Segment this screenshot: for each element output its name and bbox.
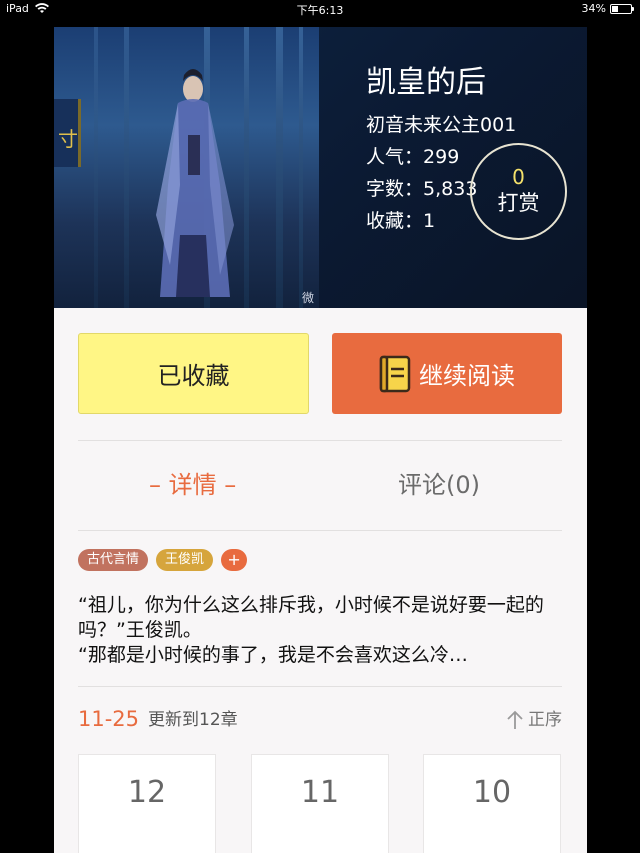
chapter-card[interactable]: 10 xyxy=(423,754,561,853)
chapter-card[interactable]: 12 xyxy=(78,754,216,853)
chapter-number: 12 xyxy=(127,775,167,810)
add-tag-button[interactable]: + xyxy=(221,549,248,571)
status-bar: iPad 下午6:13 34% xyxy=(0,0,640,18)
status-right: 34% xyxy=(581,2,634,15)
tab-comments[interactable]: 评论(0) xyxy=(398,467,480,503)
chapter-card[interactable]: 11 xyxy=(251,754,389,853)
sort-order-label: 正序 xyxy=(528,710,562,730)
sort-order-button[interactable]: 正序 xyxy=(506,707,562,733)
synopsis-line: “那都是小时候的事了，我是不会喜欢这么冷… xyxy=(78,644,468,666)
continue-reading-button[interactable]: 继续阅读 xyxy=(332,333,562,414)
book-title: 凯皇的后 xyxy=(366,65,486,100)
stat-label: 字数： xyxy=(366,178,424,200)
battery-fill xyxy=(612,5,619,12)
tip-button[interactable]: 0 打赏 xyxy=(470,143,567,240)
stat-value: 299 xyxy=(423,146,460,168)
book-icon xyxy=(379,355,411,392)
tag-genre[interactable]: 古代言情 xyxy=(78,549,149,571)
chapter-number: 10 xyxy=(472,775,512,810)
cover-figure xyxy=(156,69,234,297)
divider xyxy=(78,686,562,687)
battery-percent: 34% xyxy=(581,2,606,15)
arrow-up-icon xyxy=(507,710,523,729)
clock: 下午6:13 xyxy=(296,4,344,17)
synopsis-line: “祖儿，你为什么这么排斥我，小时候不是说好要一起的吗？”王俊凯。 xyxy=(78,594,544,641)
cover-watermark: 微 xyxy=(302,291,315,305)
cover-plaque-glyph: 寸 xyxy=(58,127,78,151)
book-cover-image[interactable]: 寸 微 xyxy=(54,27,319,308)
cover-plaque: 寸 xyxy=(54,99,81,167)
stat-label: 人气： xyxy=(366,146,424,168)
tag-character[interactable]: 王俊凯 xyxy=(156,549,214,571)
tag-list: 古代言情 王俊凯 + xyxy=(78,549,248,571)
battery-icon xyxy=(610,3,634,14)
favorited-button-label: 已收藏 xyxy=(157,362,230,390)
book-header: 寸 微 凯皇的后 初音未来公主001 人气：299 字数：5,833 收藏：1 … xyxy=(54,27,587,308)
synopsis[interactable]: “祖儿，你为什么这么排斥我，小时候不是说好要一起的吗？”王俊凯。 “那都是小时候… xyxy=(78,593,562,668)
divider xyxy=(78,440,562,441)
stat-value: 1 xyxy=(423,210,436,232)
update-status: 更新到12章 xyxy=(148,710,238,730)
divider xyxy=(78,530,562,531)
continue-reading-label: 继续阅读 xyxy=(419,362,515,390)
tab-details[interactable]: – 详情 – xyxy=(149,467,236,503)
favorited-button[interactable]: 已收藏 xyxy=(78,333,309,414)
book-author[interactable]: 初音未来公主001 xyxy=(366,109,516,141)
tip-count: 0 xyxy=(512,165,525,189)
tip-label: 打赏 xyxy=(497,191,540,215)
chapter-number: 11 xyxy=(300,775,340,810)
update-date: 11-25 xyxy=(78,707,140,731)
book-detail-panel: 寸 微 凯皇的后 初音未来公主001 人气：299 字数：5,833 收藏：1 … xyxy=(54,27,587,853)
stat-label: 收藏： xyxy=(366,210,424,232)
